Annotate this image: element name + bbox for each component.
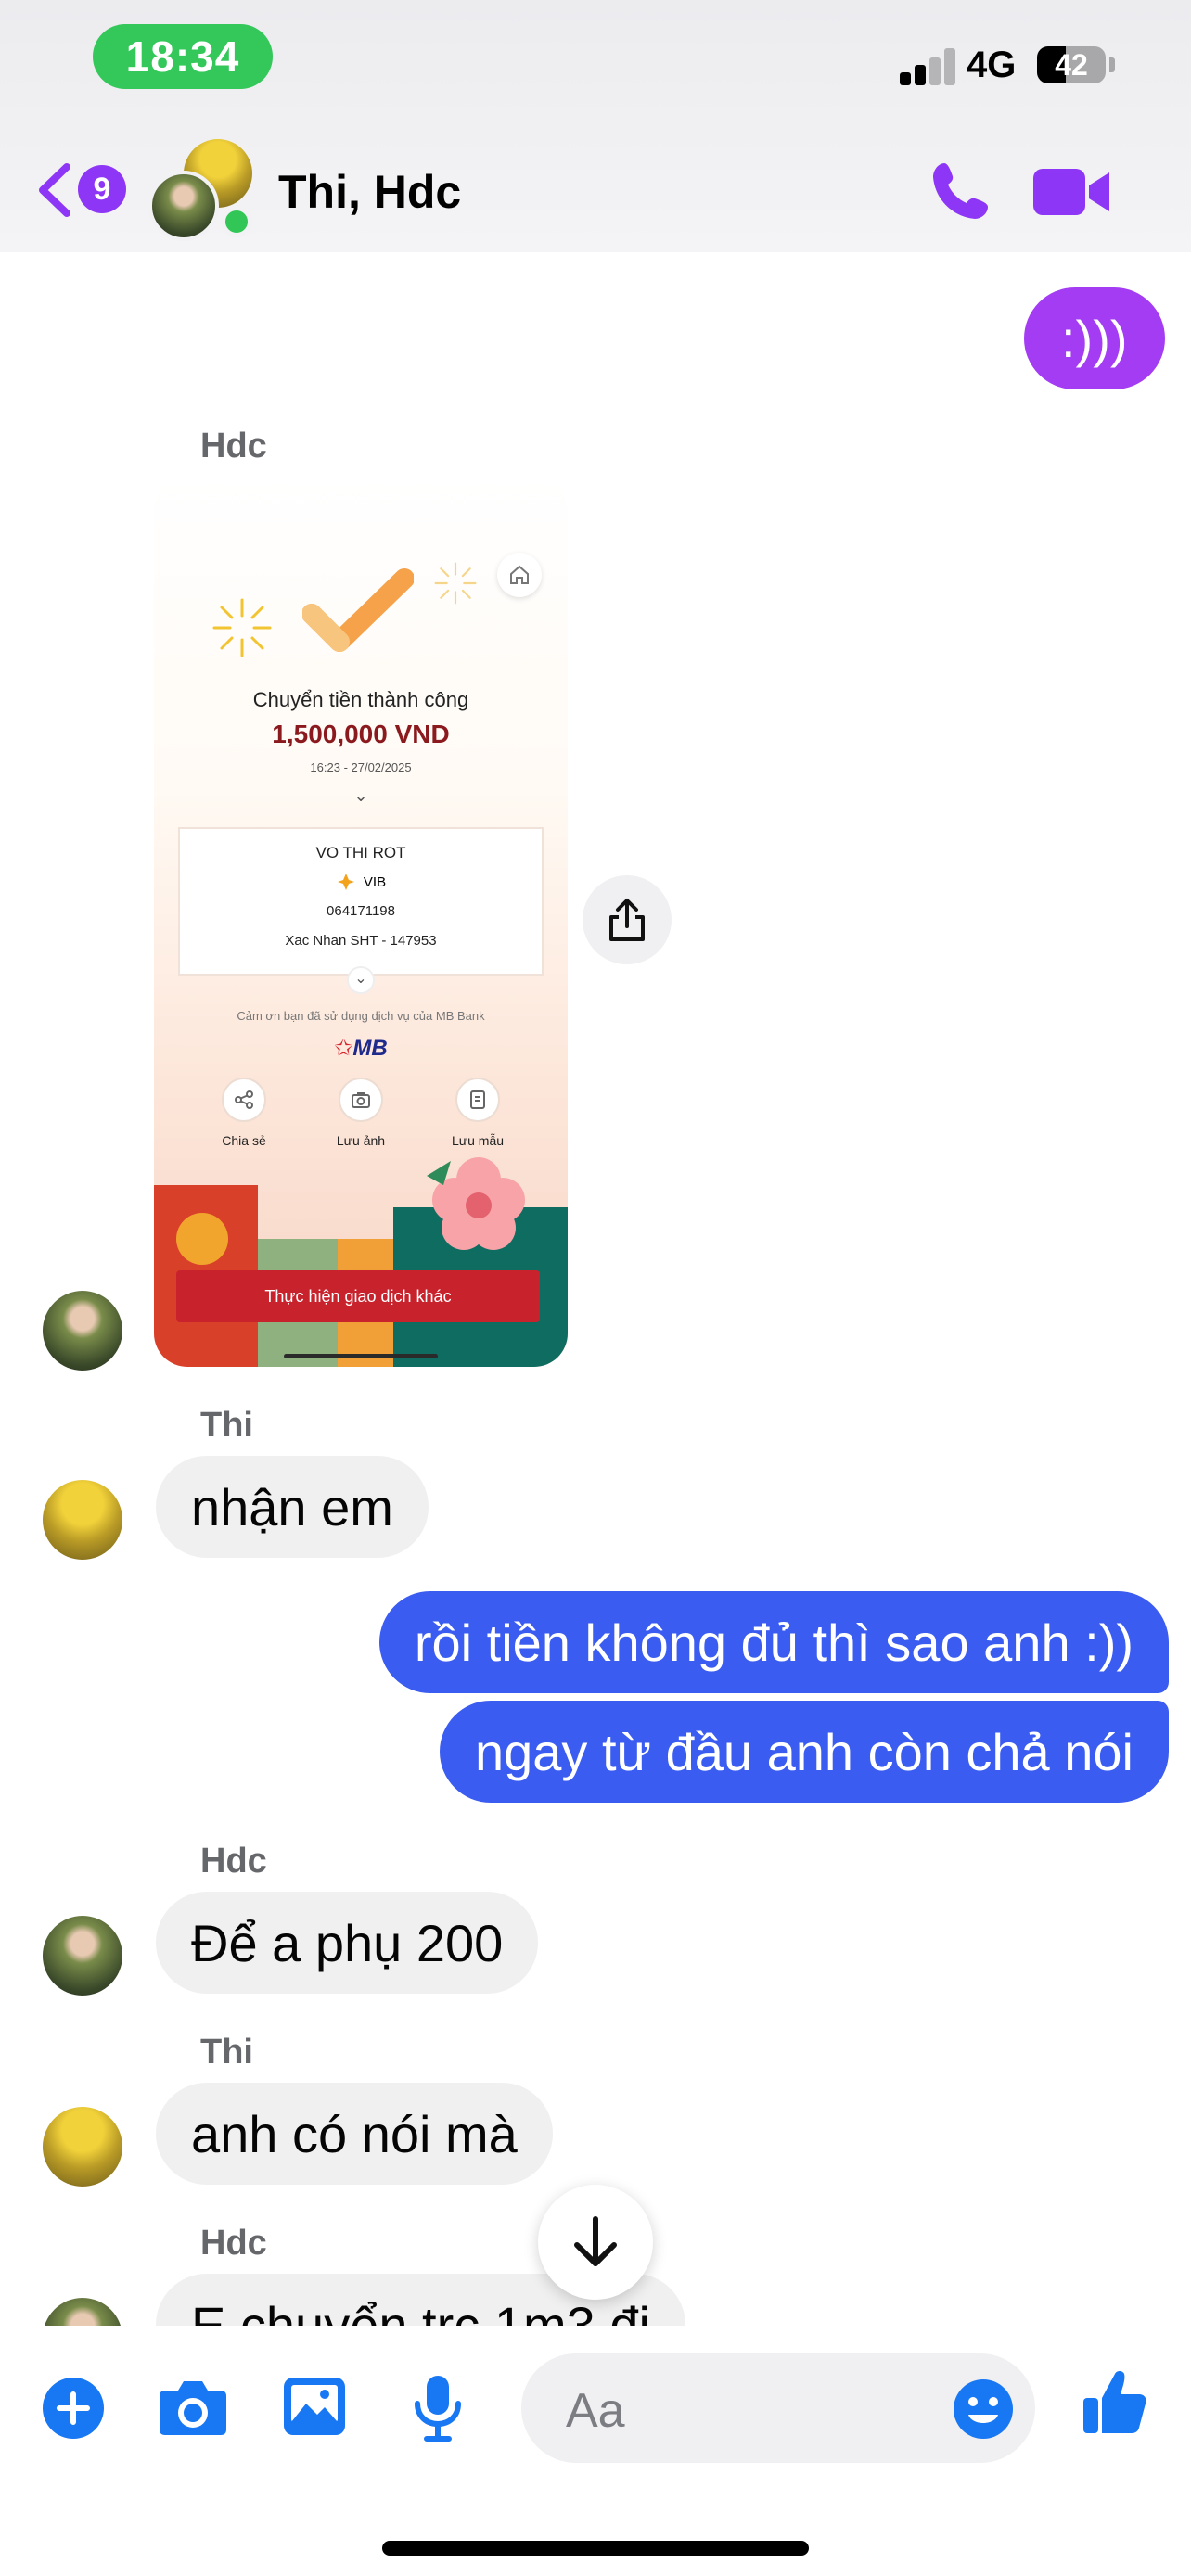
incoming-message[interactable]: anh có nói mà	[156, 2083, 553, 2185]
transfer-note: Xac Nhan SHT - 147953	[285, 933, 437, 949]
camera-icon	[339, 1078, 383, 1122]
chevron-left-icon	[39, 163, 70, 217]
account-number: 064171198	[327, 903, 395, 919]
share-action: Chia sẻ	[193, 1078, 295, 1148]
incoming-message[interactable]: Để a phụ 200	[156, 1892, 539, 1994]
recipient-name: VO THI ROT	[315, 844, 406, 861]
sender-name: Hdc	[200, 427, 267, 465]
scroll-to-bottom-button[interactable]	[538, 2185, 653, 2300]
expand-chevron-icon: ⌄	[347, 966, 375, 994]
firework-icon	[434, 562, 477, 605]
sender-name: Thi	[200, 1406, 253, 1445]
recipient-bank: VIB	[154, 872, 568, 892]
vib-logo-icon	[337, 874, 354, 890]
home-icon	[497, 553, 542, 597]
plus-icon[interactable]	[41, 2376, 106, 2441]
avatar[interactable]	[43, 1291, 122, 1371]
arrow-down-icon	[574, 2216, 617, 2266]
battery-percent: 42	[1055, 48, 1088, 82]
document-icon	[455, 1078, 500, 1122]
cellular-signal-icon	[900, 46, 957, 85]
decorative-flower	[427, 1157, 525, 1250]
messenger-chat-screen: 18:34 4G 42 9 Thi, Hdc:))) Hdc Chuyển t…	[0, 0, 1191, 2576]
battery-tip	[1109, 57, 1115, 72]
chat-title[interactable]: Thi, Hdc	[278, 165, 461, 219]
share-icon	[609, 899, 645, 941]
incoming-message[interactable]: nhận em	[156, 1456, 429, 1558]
receipt-home-indicator	[284, 1354, 438, 1358]
online-status-dot	[221, 206, 252, 237]
message-composer: Aa	[0, 2326, 1191, 2576]
receipt-datetime: 16:23 - 27/02/2025	[310, 760, 412, 774]
outgoing-message[interactable]: rồi tiền không đủ thì sao anh :))	[378, 1591, 1169, 1693]
save-template-action: Lưu mẫu	[427, 1078, 529, 1148]
battery-icon: 42	[1037, 46, 1106, 83]
receipt-amount: 1,500,000 VND	[272, 720, 450, 748]
decorative-coin	[176, 1213, 228, 1265]
message-input-placeholder: Aa	[566, 2384, 625, 2438]
sender-name: Thi	[200, 2033, 253, 2072]
share-nodes-icon	[222, 1078, 266, 1122]
message-input[interactable]: Aa	[521, 2353, 1035, 2463]
thanks-text: Cảm ơn bạn đã sử dụng dịch vụ của MB Ban…	[237, 1009, 485, 1023]
mb-bank-logo: ✩MB	[334, 1036, 388, 1061]
avatar[interactable]	[43, 1916, 122, 1996]
thumbs-up-icon[interactable]	[1082, 2366, 1148, 2437]
camera-icon[interactable]	[158, 2376, 228, 2437]
phone-call-icon[interactable]	[928, 158, 994, 224]
success-check-icon	[302, 568, 414, 652]
bank-name: VIB	[363, 874, 387, 890]
avatar[interactable]	[43, 1480, 122, 1560]
group-avatar[interactable]	[148, 139, 260, 241]
microphone-icon[interactable]	[410, 2374, 466, 2442]
avatar	[148, 171, 219, 241]
receipt-title: Chuyển tiền thành công	[252, 688, 469, 711]
status-time[interactable]: 18:34	[93, 24, 273, 89]
back-button[interactable]: 9	[33, 158, 126, 223]
avatar[interactable]	[43, 2107, 122, 2187]
double-chevron-down-icon: ⌄	[353, 786, 368, 805]
home-indicator	[382, 2541, 809, 2556]
outgoing-message[interactable]: :)))	[1024, 287, 1165, 389]
video-call-icon[interactable]	[1031, 163, 1111, 221]
transfer-receipt-image[interactable]: Chuyển tiền thành công 1,500,000 VND 16:…	[154, 475, 568, 1367]
sender-name: Hdc	[200, 2224, 267, 2263]
network-type: 4G	[967, 45, 1017, 85]
share-button[interactable]	[583, 875, 672, 964]
photo-gallery-icon[interactable]	[282, 2376, 347, 2437]
emoji-icon[interactable]	[952, 2378, 1015, 2441]
outgoing-message[interactable]: ngay từ đầu anh còn chả nói	[439, 1701, 1169, 1803]
sender-name: Hdc	[200, 1842, 267, 1881]
unread-badge: 9	[78, 165, 126, 213]
chat-header: 18:34 4G 42 9 Thi, Hdc	[0, 0, 1191, 252]
save-image-action: Lưu ảnh	[310, 1078, 412, 1148]
firework-icon	[212, 598, 272, 657]
new-transaction-button: Thực hiện giao dịch khác	[176, 1270, 540, 1322]
